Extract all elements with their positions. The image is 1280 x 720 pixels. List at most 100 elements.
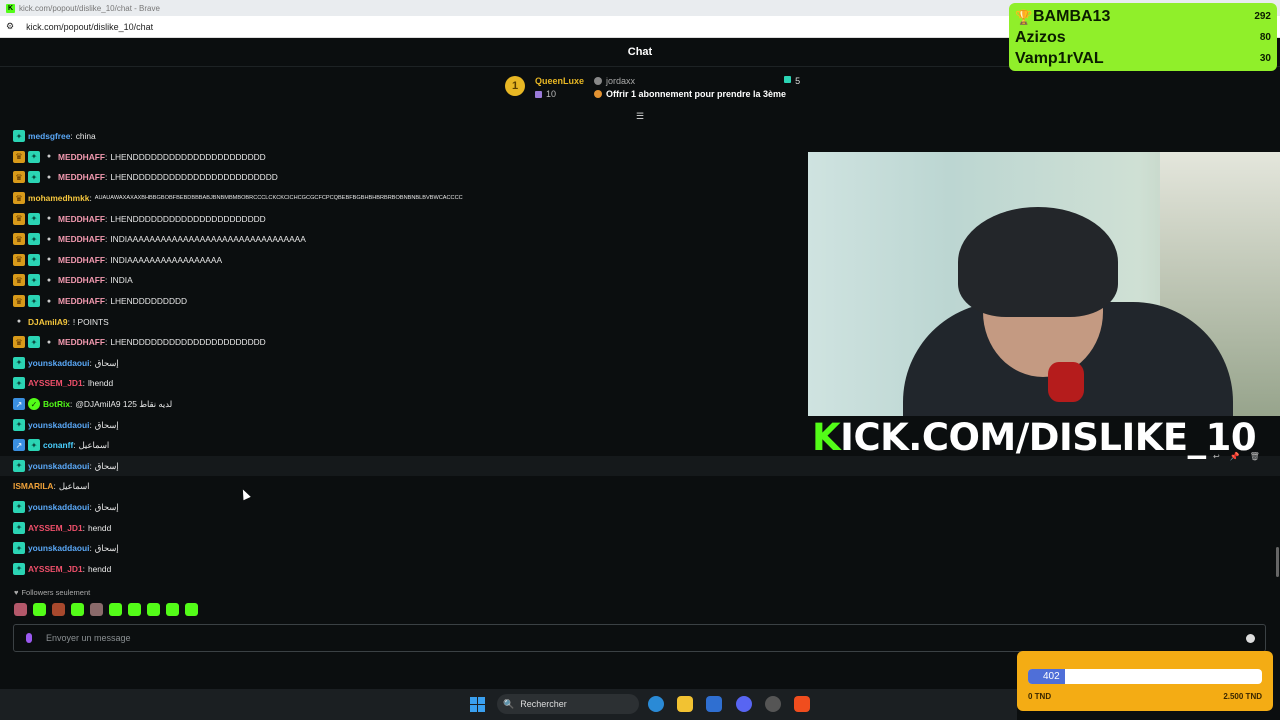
leaderboard-username: Azizos xyxy=(1015,28,1066,46)
chat-message-input[interactable]: Envoyer un message xyxy=(13,624,1266,652)
chat-message-text: lhendd xyxy=(87,378,114,389)
edge-icon[interactable] xyxy=(648,696,664,712)
top-gifter-name: QueenLuxe xyxy=(535,76,585,86)
chat-username[interactable]: MEDDHAFF xyxy=(58,337,105,347)
chat-username[interactable]: MEDDHAFF xyxy=(58,275,105,285)
file-explorer-icon[interactable] xyxy=(677,696,693,712)
chat-username[interactable]: MEDDHAFF xyxy=(58,214,105,224)
second-gifter-row: jordaxx xyxy=(594,76,786,86)
second-gift-count: 5 xyxy=(784,76,800,99)
emote-icon[interactable] xyxy=(52,603,65,616)
subscriber-badge-icon: ✦ xyxy=(13,521,25,534)
taskbar-search[interactable]: 🔍 Rechercher xyxy=(497,694,639,714)
leaderboard-row: Azizos 80 xyxy=(1015,27,1271,48)
chat-username[interactable]: younskaddaoui xyxy=(28,543,89,553)
brave-icon[interactable] xyxy=(794,696,810,712)
chat-separator: : xyxy=(105,254,108,265)
heart-icon: ♥ xyxy=(14,588,19,597)
reply-icon[interactable]: ↩ xyxy=(1213,452,1220,461)
gem-badge-icon: ● xyxy=(46,215,52,223)
leaderboard-username: Vamp1rVAL xyxy=(1015,49,1104,67)
chat-username[interactable]: MEDDHAFF xyxy=(58,172,105,182)
chat-message-text: اسماعيل xyxy=(58,481,90,492)
chat-username[interactable]: younskaddaoui xyxy=(28,461,89,471)
chat-username[interactable]: AYSSEM_JD1 xyxy=(28,523,83,533)
chat-username[interactable]: younskaddaoui xyxy=(28,420,89,430)
rank-medal-icon: 1 xyxy=(505,76,525,96)
chat-message[interactable]: ✦ medsgfree: china xyxy=(0,126,1280,147)
chat-username[interactable]: ISMARILA xyxy=(13,481,53,491)
chat-username[interactable]: MEDDHAFF xyxy=(58,296,105,306)
kick-favicon-icon: K xyxy=(6,3,15,13)
microphone-icon[interactable] xyxy=(26,633,32,643)
emoji-picker-icon[interactable] xyxy=(1246,634,1255,643)
chat-scrollbar[interactable] xyxy=(1276,547,1279,577)
emote-icon[interactable] xyxy=(185,603,198,616)
site-settings-icon[interactable]: ⚙ xyxy=(6,21,14,32)
chat-username[interactable]: DJAmilA9 xyxy=(28,317,68,327)
chat-input-placeholder[interactable]: Envoyer un message xyxy=(46,633,131,643)
chat-username[interactable]: AYSSEM_JD1 xyxy=(28,378,83,388)
gift-leaderboard-pinned: 1 QueenLuxe 10 jordaxx Offrir 1 abonneme… xyxy=(505,76,800,99)
top-gifter[interactable]: QueenLuxe 10 xyxy=(535,76,584,99)
chat-message-text: اسماعيل xyxy=(78,440,110,451)
emote-icon[interactable] xyxy=(71,603,84,616)
emote-icon[interactable] xyxy=(166,603,179,616)
chat-message-text: hendd xyxy=(87,563,112,574)
subscriber-badge-icon: ✦ xyxy=(28,439,40,452)
chat-separator: : xyxy=(53,481,56,492)
leaderboard-name: Azizos xyxy=(1015,29,1066,47)
chat-separator: : xyxy=(105,275,108,286)
subscriber-badge-icon: ✦ xyxy=(28,233,40,246)
emote-icon[interactable] xyxy=(128,603,141,616)
chat-message[interactable]: ✦ younskaddaoui: إسحاق xyxy=(0,538,1280,559)
chat-username[interactable]: MEDDHAFF xyxy=(58,234,105,244)
goal-min-label: 0 TND xyxy=(1028,692,1052,701)
store-icon[interactable] xyxy=(706,696,722,712)
chat-message[interactable]: ISMARILA: اسماعيل xyxy=(0,476,1280,497)
chat-message[interactable]: ✦ AYSSEM_JD1: hendd xyxy=(0,558,1280,579)
expand-pinned-icon[interactable]: ☰ xyxy=(634,112,646,121)
chat-username[interactable]: AYSSEM_JD1 xyxy=(28,564,83,574)
gift-count: 10 xyxy=(546,89,557,99)
obs-icon[interactable] xyxy=(765,696,781,712)
chat-username[interactable]: mohamedhmkk xyxy=(28,193,89,203)
gem-badge-icon: ● xyxy=(46,338,52,346)
subscriber-badge-icon: ✦ xyxy=(28,253,40,266)
followers-only-text: Followers seulement xyxy=(21,588,91,597)
gem-badge-icon: ● xyxy=(46,153,52,161)
top-gifter-count: 10 xyxy=(535,89,584,99)
chat-username[interactable]: younskaddaoui xyxy=(28,502,89,512)
chat-username[interactable]: MEDDHAFF xyxy=(58,255,105,265)
chat-username[interactable]: medsgfree xyxy=(28,131,70,141)
chat-separator: : xyxy=(105,337,108,348)
goal-max-label: 2.500 TND xyxy=(1223,692,1262,701)
delete-icon[interactable]: 🗑 xyxy=(1250,452,1260,461)
subscriber-badge-icon: ✦ xyxy=(28,295,40,308)
emote-icon[interactable] xyxy=(33,603,46,616)
url-text[interactable]: kick.com/popout/dislike_10/chat xyxy=(26,22,153,32)
chat-message[interactable]: ✦ younskaddaoui: إسحاق xyxy=(0,497,1280,518)
pin-icon[interactable]: 📌 xyxy=(1230,452,1240,461)
chat-message[interactable]: ✦ AYSSEM_JD1: hendd xyxy=(0,517,1280,538)
chat-separator: : xyxy=(105,234,108,245)
subscriber-badge-icon: ✦ xyxy=(28,150,40,163)
emote-icon[interactable] xyxy=(90,603,103,616)
chat-username[interactable]: conanff xyxy=(43,440,73,450)
discord-icon[interactable] xyxy=(736,696,752,712)
gift-offer[interactable]: Offrir 1 abonnement pour prendre la 3ème xyxy=(594,89,786,99)
second-gifter[interactable]: jordaxx Offrir 1 abonnement pour prendre… xyxy=(594,76,786,99)
chat-message-text: LHENDDDDDDDDDDDDDDDDDDDDDD xyxy=(110,337,266,348)
emote-icon[interactable] xyxy=(147,603,160,616)
silver-medal-icon xyxy=(594,77,603,85)
search-icon: 🔍 xyxy=(503,698,515,709)
chat-message-text: INDIAAAAAAAAAAAAAAAAAAAAAAAAAAAAAAAA xyxy=(110,234,306,245)
chat-username[interactable]: BotRix xyxy=(43,399,70,409)
emote-icon[interactable] xyxy=(14,603,27,616)
windows-start-icon[interactable] xyxy=(470,697,485,712)
chat-username[interactable]: younskaddaoui xyxy=(28,358,89,368)
chat-username[interactable]: MEDDHAFF xyxy=(58,152,105,162)
chat-message-text: LHENDDDDDDDDDDDDDDDDDDDDDD xyxy=(110,151,266,162)
crown-badge-icon: ♛ xyxy=(13,336,25,349)
emote-icon[interactable] xyxy=(109,603,122,616)
